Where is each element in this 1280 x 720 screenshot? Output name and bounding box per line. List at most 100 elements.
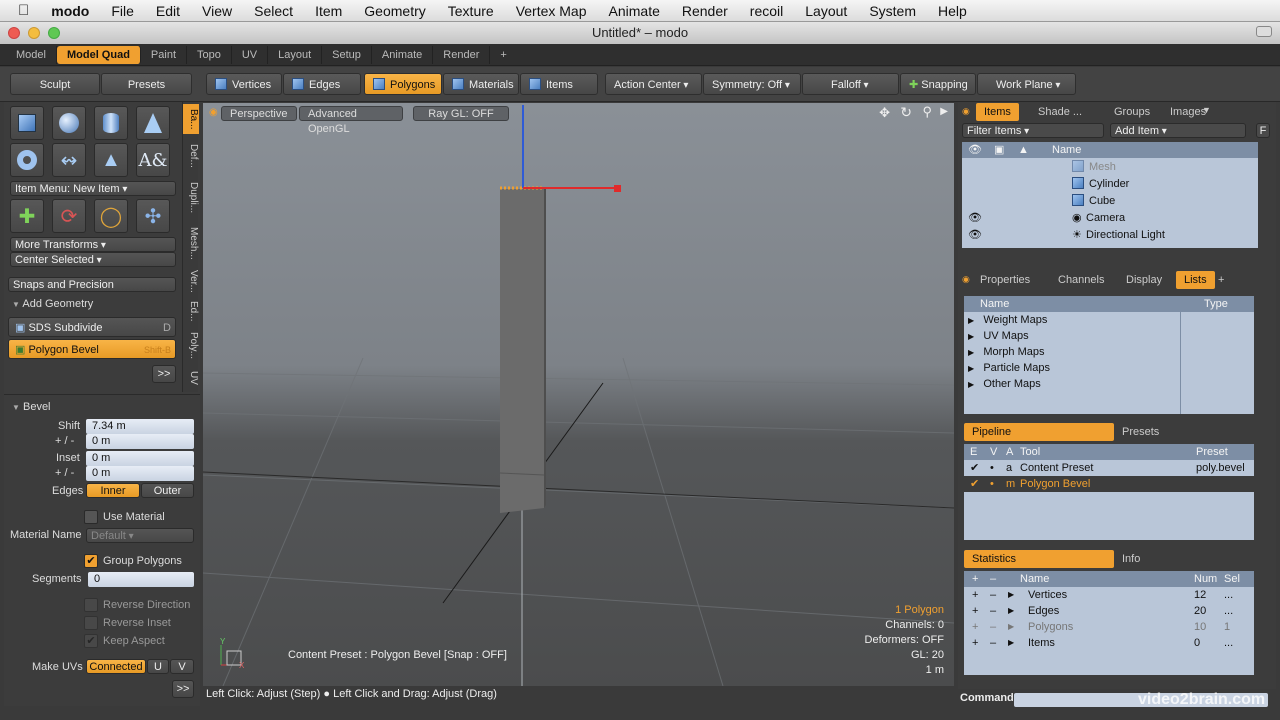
polygons-button[interactable]: Polygons bbox=[364, 73, 442, 95]
more-properties-button[interactable]: >> bbox=[172, 680, 194, 698]
cylinder-tool-button[interactable] bbox=[94, 106, 128, 140]
rotate-tool-button[interactable]: ⟳ bbox=[52, 199, 86, 233]
toolbar-toggle-icon[interactable] bbox=[1256, 26, 1272, 37]
tab-presets[interactable]: Presets bbox=[1114, 423, 1167, 441]
text-tool-button[interactable]: A& bbox=[136, 143, 170, 177]
u-button[interactable]: U bbox=[147, 659, 169, 674]
menu-edit[interactable]: Edit bbox=[145, 3, 191, 19]
tab-groups[interactable]: Groups bbox=[1106, 103, 1158, 121]
snapping-button[interactable]: ✚ Snapping bbox=[900, 73, 976, 95]
tab-statistics[interactable]: Statistics bbox=[964, 550, 1114, 568]
enabled-check[interactable]: ✔ bbox=[970, 476, 979, 492]
tabs-dropdown-icon[interactable]: ▼ bbox=[1202, 105, 1211, 115]
raygl-button[interactable]: Ray GL: OFF bbox=[413, 106, 509, 121]
table-row[interactable]: + – ▶ Vertices 12... bbox=[964, 587, 1254, 603]
remove-selection-icon[interactable]: – bbox=[990, 587, 996, 603]
reverse-direction-checkbox[interactable] bbox=[84, 598, 98, 612]
reverse-inset-checkbox[interactable] bbox=[84, 616, 98, 630]
list-item[interactable]: Mesh bbox=[1072, 159, 1116, 175]
tab-uv[interactable]: UV bbox=[232, 45, 269, 64]
vtab-basic[interactable]: Ba... bbox=[183, 104, 199, 134]
tab-pipeline[interactable]: Pipeline bbox=[964, 423, 1114, 441]
menu-file[interactable]: File bbox=[100, 3, 145, 19]
filter-items-dropdown[interactable]: Filter Items bbox=[962, 123, 1104, 138]
tab-model[interactable]: Model bbox=[6, 45, 57, 64]
menu-help[interactable]: Help bbox=[927, 3, 978, 19]
shift-field[interactable]: 7.34 m bbox=[86, 419, 194, 434]
add-item-dropdown[interactable]: Add Item bbox=[1110, 123, 1246, 138]
panel-menu-icon[interactable]: ◉ bbox=[962, 106, 970, 117]
table-row[interactable]: + – ▶ Polygons 10 1 bbox=[964, 619, 1254, 635]
list-item[interactable]: ▶ Particle Maps bbox=[968, 360, 1050, 376]
cube-tool-button[interactable] bbox=[10, 106, 44, 140]
keep-aspect-checkbox[interactable]: ✔ bbox=[84, 634, 98, 648]
cone-tool-button[interactable] bbox=[136, 106, 170, 140]
list-item[interactable]: ▶ Other Maps bbox=[968, 376, 1041, 392]
more-transforms-dropdown[interactable]: More Transforms bbox=[10, 237, 176, 252]
material-name-dropdown[interactable]: Default bbox=[86, 528, 194, 543]
viewport-3d[interactable]: ◉ Perspective Advanced OpenGL Ray GL: OF… bbox=[203, 103, 954, 686]
edges-button[interactable]: Edges bbox=[283, 73, 361, 95]
tab-setup[interactable]: Setup bbox=[322, 45, 372, 64]
work-plane-dropdown[interactable]: Work Plane bbox=[977, 73, 1076, 95]
add-selection-icon[interactable]: + bbox=[972, 619, 978, 635]
vtab-uv[interactable]: UV bbox=[183, 368, 199, 388]
app-menu[interactable]: modo bbox=[40, 3, 100, 19]
opengl-button[interactable]: Advanced OpenGL bbox=[299, 106, 403, 135]
use-material-checkbox[interactable] bbox=[84, 510, 98, 524]
tab-model-quad[interactable]: Model Quad bbox=[56, 45, 141, 64]
add-tab-button[interactable]: + bbox=[490, 46, 516, 64]
filter-toggle-button[interactable]: F bbox=[1256, 123, 1270, 138]
polygon-bevel-button[interactable]: ▣ Polygon Bevel Shift-B bbox=[8, 339, 176, 359]
tab-topo[interactable]: Topo bbox=[187, 45, 232, 64]
expand-icon[interactable]: ▶ bbox=[1008, 619, 1014, 635]
vtab-duplicate[interactable]: Dupli... bbox=[183, 176, 199, 220]
vertices-button[interactable]: Vertices bbox=[206, 73, 282, 95]
panel-menu-icon[interactable]: ◉ bbox=[962, 274, 970, 285]
vtab-vertex[interactable]: Ver... bbox=[183, 266, 199, 296]
zoom-icon[interactable]: ⚲ bbox=[922, 104, 932, 120]
tube-tool-button[interactable]: ↭ bbox=[52, 143, 86, 177]
visible-dot[interactable]: • bbox=[990, 476, 994, 492]
materials-button[interactable]: Materials bbox=[443, 73, 519, 95]
expand-icon[interactable]: ▶ bbox=[1008, 635, 1014, 651]
tab-properties[interactable]: Properties bbox=[972, 271, 1038, 289]
symmetry-dropdown[interactable]: Symmetry: Off bbox=[703, 73, 801, 95]
tab-render[interactable]: Render bbox=[433, 45, 491, 64]
menu-geometry[interactable]: Geometry bbox=[353, 3, 436, 19]
zoom-window-icon[interactable] bbox=[48, 27, 60, 39]
remove-selection-icon[interactable]: – bbox=[990, 635, 996, 651]
bevel-header[interactable]: ▼ Bevel bbox=[12, 400, 51, 415]
torus-tool-button[interactable] bbox=[10, 143, 44, 177]
add-geometry-header[interactable]: ▼ Add Geometry bbox=[12, 297, 93, 312]
menu-recoil[interactable]: recoil bbox=[739, 3, 794, 19]
expand-icon[interactable]: ▶ bbox=[1008, 603, 1014, 619]
snaps-precision-button[interactable]: Snaps and Precision bbox=[8, 277, 176, 292]
apple-icon[interactable]:  bbox=[0, 2, 40, 19]
inner-edges-button[interactable]: Inner bbox=[86, 483, 140, 498]
tab-info[interactable]: Info bbox=[1114, 550, 1148, 568]
vtab-deform[interactable]: Def... bbox=[183, 138, 199, 174]
list-item[interactable]: Cube bbox=[1072, 193, 1115, 209]
pen-tool-button[interactable]: ▲ bbox=[94, 143, 128, 177]
outer-edges-button[interactable]: Outer bbox=[141, 483, 194, 498]
inset-variance-field[interactable]: 0 m bbox=[86, 466, 194, 481]
tab-items[interactable]: Items bbox=[976, 103, 1019, 121]
sphere-tool-button[interactable] bbox=[52, 106, 86, 140]
vtab-edge[interactable]: Ed... bbox=[183, 298, 199, 324]
enabled-check[interactable]: ✔ bbox=[970, 460, 979, 476]
table-row[interactable]: + – ▶ Items 0... bbox=[964, 635, 1254, 651]
sds-subdivide-button[interactable]: ▣ SDS Subdivide D bbox=[8, 317, 176, 337]
bevel-handle[interactable] bbox=[614, 185, 621, 192]
tab-layout[interactable]: Layout bbox=[268, 45, 323, 64]
viewport-expand-icon[interactable]: ▶ bbox=[940, 106, 948, 117]
list-item[interactable]: 👁 ◉ Camera bbox=[968, 210, 1258, 226]
table-row[interactable]: + – ▶ Edges 20... bbox=[964, 603, 1254, 619]
add-tab-button[interactable]: + bbox=[1210, 271, 1232, 289]
rotate-view-icon[interactable]: ↻ bbox=[900, 104, 912, 121]
action-center-dropdown[interactable]: Action Center bbox=[605, 73, 702, 95]
add-selection-icon[interactable]: + bbox=[972, 603, 978, 619]
perspective-button[interactable]: Perspective bbox=[221, 106, 297, 121]
menu-render[interactable]: Render bbox=[671, 3, 739, 19]
connected-uvs-button[interactable]: Connected bbox=[86, 659, 146, 674]
